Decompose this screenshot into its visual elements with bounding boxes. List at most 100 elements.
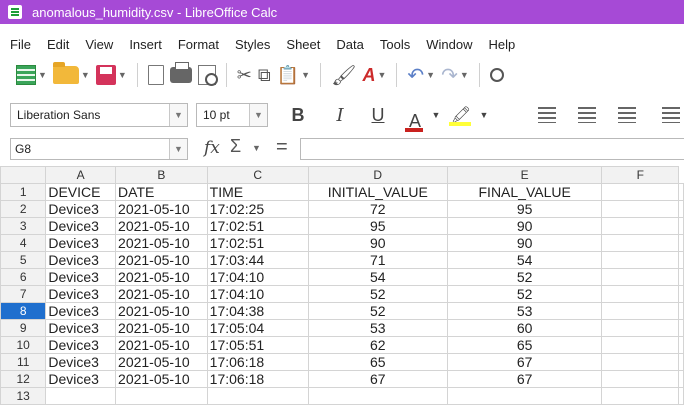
cell-b11[interactable]: 2021-05-10 xyxy=(115,353,208,371)
cell-c1[interactable]: TIME xyxy=(206,183,309,201)
cell-d2[interactable]: 72 xyxy=(307,200,448,218)
menu-file[interactable]: File xyxy=(8,37,33,52)
clear-format-button[interactable]: A ▼ xyxy=(362,61,386,89)
row-header[interactable]: 2 xyxy=(0,200,47,218)
paste-button[interactable]: 📋 ▼ xyxy=(277,61,310,89)
cell-g5[interactable] xyxy=(678,251,684,269)
cell-b10[interactable]: 2021-05-10 xyxy=(115,336,208,354)
align-right-button[interactable] xyxy=(616,104,638,126)
menu-data[interactable]: Data xyxy=(334,37,365,52)
chevron-down-icon[interactable]: ▼ xyxy=(118,70,127,80)
row-header[interactable]: 3 xyxy=(0,217,47,235)
cell-a3[interactable]: Device3 xyxy=(45,217,117,235)
row-header[interactable]: 11 xyxy=(0,353,47,371)
row-header[interactable]: 10 xyxy=(0,336,47,354)
cell-b9[interactable]: 2021-05-10 xyxy=(115,319,208,337)
cell-a9[interactable]: Device3 xyxy=(45,319,117,337)
chevron-down-icon[interactable]: ▼ xyxy=(478,104,490,126)
row-header[interactable]: 13 xyxy=(0,387,47,405)
cell-b3[interactable]: 2021-05-10 xyxy=(115,217,208,235)
row-header[interactable]: 9 xyxy=(0,319,47,337)
row-header[interactable]: 1 xyxy=(0,183,47,201)
cell-b6[interactable]: 2021-05-10 xyxy=(115,268,208,286)
row-header[interactable]: 12 xyxy=(0,370,47,388)
chevron-down-icon[interactable]: ▼ xyxy=(169,104,187,126)
cell-f2[interactable] xyxy=(601,200,679,218)
sheet-table[interactable]: A B C D E F 1 DEVICE DATE TIME INITIAL_VALUE… xyxy=(0,166,684,405)
cell-c13[interactable] xyxy=(206,387,309,405)
cell-f5[interactable] xyxy=(601,251,679,269)
row-header[interactable]: 7 xyxy=(0,285,47,303)
cell-g11[interactable] xyxy=(678,353,684,371)
underline-button[interactable]: U xyxy=(368,104,388,126)
cell-b8[interactable]: 2021-05-10 xyxy=(115,302,208,320)
menu-edit[interactable]: Edit xyxy=(45,37,71,52)
chevron-down-icon[interactable]: ▼ xyxy=(81,70,90,80)
find-button[interactable] xyxy=(489,61,504,89)
cell-a2[interactable]: Device3 xyxy=(45,200,117,218)
column-header-e[interactable]: E xyxy=(446,166,603,184)
chevron-down-icon[interactable]: ▼ xyxy=(252,143,261,153)
cell-g12[interactable] xyxy=(678,370,684,388)
cell-e1[interactable]: FINAL_VALUE xyxy=(446,183,603,201)
cell-d4[interactable]: 90 xyxy=(307,234,448,252)
cell-a8[interactable]: Device3 xyxy=(45,302,117,320)
cell-e6[interactable]: 52 xyxy=(446,268,603,286)
font-name-box[interactable]: Liberation Sans ▼ xyxy=(10,103,188,127)
align-left-button[interactable] xyxy=(536,104,558,126)
cell-d13[interactable] xyxy=(307,387,448,405)
cell-d9[interactable]: 53 xyxy=(307,319,448,337)
cell-c9[interactable]: 17:05:04 xyxy=(206,319,309,337)
italic-button[interactable]: I xyxy=(330,104,350,126)
cell-g9[interactable] xyxy=(678,319,684,337)
cell-c3[interactable]: 17:02:51 xyxy=(206,217,309,235)
cell-e5[interactable]: 54 xyxy=(446,251,603,269)
cell-f3[interactable] xyxy=(601,217,679,235)
row-header[interactable]: 4 xyxy=(0,234,47,252)
cell-f8[interactable] xyxy=(601,302,679,320)
cell-c7[interactable]: 17:04:10 xyxy=(206,285,309,303)
cell-g7[interactable] xyxy=(678,285,684,303)
column-header-f[interactable]: F xyxy=(601,166,679,184)
cell-d10[interactable]: 62 xyxy=(307,336,448,354)
cell-g8[interactable] xyxy=(678,302,684,320)
cell-g13[interactable] xyxy=(678,387,684,405)
cell-a13[interactable] xyxy=(45,387,117,405)
cell-f1[interactable] xyxy=(601,183,679,201)
chevron-down-icon[interactable]: ▼ xyxy=(169,139,187,159)
formula-input[interactable] xyxy=(300,138,684,160)
bold-button[interactable]: B xyxy=(288,104,308,126)
cell-g3[interactable] xyxy=(678,217,684,235)
cell-d5[interactable]: 71 xyxy=(307,251,448,269)
cell-e10[interactable]: 65 xyxy=(446,336,603,354)
row-header[interactable]: 8 xyxy=(0,302,47,320)
column-header-c[interactable]: C xyxy=(206,166,309,184)
cell-e9[interactable]: 60 xyxy=(446,319,603,337)
cell-d6[interactable]: 54 xyxy=(307,268,448,286)
cell-c11[interactable]: 17:06:18 xyxy=(206,353,309,371)
cell-f10[interactable] xyxy=(601,336,679,354)
select-all-corner[interactable] xyxy=(0,166,47,184)
menu-sheet[interactable]: Sheet xyxy=(284,37,322,52)
cell-e2[interactable]: 95 xyxy=(446,200,603,218)
undo-button[interactable]: ↶ ▼ xyxy=(407,61,435,89)
row-header[interactable]: 5 xyxy=(0,251,47,269)
cell-a10[interactable]: Device3 xyxy=(45,336,117,354)
cell-c5[interactable]: 17:03:44 xyxy=(206,251,309,269)
name-box[interactable]: G8 ▼ xyxy=(10,138,188,160)
cell-g6[interactable] xyxy=(678,268,684,286)
cell-e12[interactable]: 67 xyxy=(446,370,603,388)
cell-a5[interactable]: Device3 xyxy=(45,251,117,269)
highlight-button[interactable]: 🖍 xyxy=(448,104,474,126)
column-header-d[interactable]: D xyxy=(307,166,448,184)
cell-g4[interactable] xyxy=(678,234,684,252)
column-header-a[interactable]: A xyxy=(45,166,117,184)
cell-f7[interactable] xyxy=(601,285,679,303)
cell-a4[interactable]: Device3 xyxy=(45,234,117,252)
cell-d1[interactable]: INITIAL_VALUE xyxy=(307,183,448,201)
chevron-down-icon[interactable]: ▼ xyxy=(38,70,47,80)
cell-f11[interactable] xyxy=(601,353,679,371)
open-button[interactable]: ▼ xyxy=(52,61,90,89)
cell-c10[interactable]: 17:05:51 xyxy=(206,336,309,354)
print-preview-button[interactable] xyxy=(197,61,218,89)
